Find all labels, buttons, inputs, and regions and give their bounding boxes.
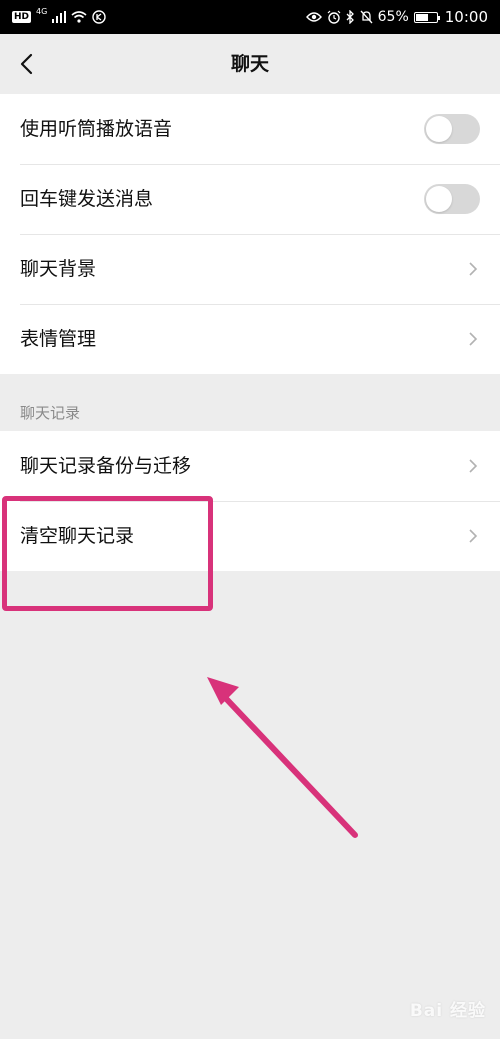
setting-row-backup-migrate[interactable]: 聊天记录备份与迁移 <box>0 431 500 501</box>
mute-bell-icon <box>360 10 373 24</box>
chevron-right-icon <box>469 332 478 346</box>
signal-icon <box>52 11 67 23</box>
bluetooth-icon <box>346 10 354 24</box>
settings-group-general: 使用听筒播放语音 回车键发送消息 聊天背景 表情管理 <box>0 94 500 374</box>
setting-label: 聊天记录备份与迁移 <box>20 455 192 477</box>
pointer-arrow-annotation <box>207 677 358 838</box>
status-bar: HD 4G 65% 10:00 <box>0 0 500 34</box>
nav-header: 聊天 <box>0 34 500 94</box>
watermark: Bai 经验 <box>409 1001 486 1021</box>
clock: 10:00 <box>444 8 488 26</box>
earpiece-toggle[interactable] <box>424 114 480 144</box>
chevron-right-icon <box>469 459 478 473</box>
setting-row-earpiece[interactable]: 使用听筒播放语音 <box>0 94 500 164</box>
page-title: 聊天 <box>230 53 269 75</box>
setting-label: 表情管理 <box>20 328 97 350</box>
chevron-right-icon <box>469 529 478 543</box>
section-title-chat-history: 聊天记录 <box>20 404 81 422</box>
status-left-icons: HD 4G <box>12 7 107 26</box>
battery-icon <box>413 11 440 23</box>
eye-icon <box>305 12 322 22</box>
network-type: 4G <box>36 7 48 16</box>
highlight-box-annotation <box>2 496 213 611</box>
wifi-icon <box>71 11 87 23</box>
setting-label: 使用听筒播放语音 <box>20 118 173 140</box>
chevron-right-icon <box>469 262 478 276</box>
toggle-knob <box>426 186 452 212</box>
status-right-icons: 65% 10:00 <box>305 7 488 27</box>
enter-send-toggle[interactable] <box>424 184 480 214</box>
setting-row-enter-send[interactable]: 回车键发送消息 <box>0 164 500 234</box>
battery-percent: 65% <box>377 9 409 25</box>
setting-label: 聊天背景 <box>20 258 97 280</box>
alarm-icon <box>327 10 341 24</box>
setting-row-chat-background[interactable]: 聊天背景 <box>0 234 500 304</box>
data-saver-icon <box>92 10 107 24</box>
setting-label: 回车键发送消息 <box>20 188 154 210</box>
toggle-knob <box>426 116 452 142</box>
battery-fill <box>415 13 429 21</box>
setting-row-sticker-management[interactable]: 表情管理 <box>0 304 500 374</box>
hd-badge: HD <box>12 11 32 23</box>
